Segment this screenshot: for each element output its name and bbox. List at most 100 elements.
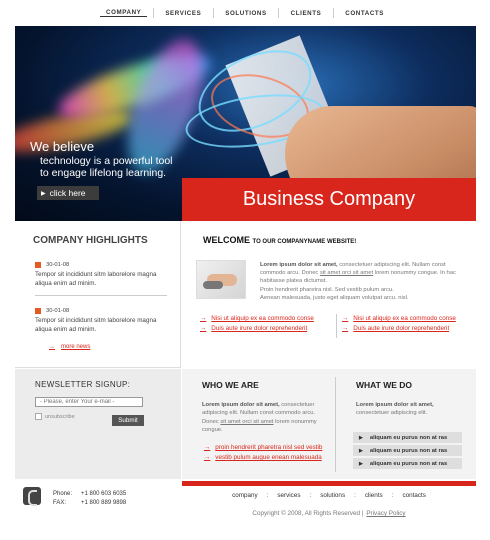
- nav-contacts[interactable]: CONTACTS: [339, 10, 390, 17]
- footer-nav-company[interactable]: company: [223, 492, 267, 499]
- what-body: consectetuer adipiscing elit.: [356, 410, 428, 417]
- phone-icon: [23, 487, 41, 506]
- nav-solutions[interactable]: SOLUTIONS: [219, 10, 273, 17]
- sleeve-shape: [203, 281, 223, 289]
- divider: [336, 314, 337, 338]
- footer: company: services: solutions: clients: c…: [182, 479, 476, 518]
- unsubscribe-option[interactable]: unsubscribe: [35, 413, 75, 420]
- highlight-date: 30-01-08: [46, 308, 70, 314]
- nav-divider: [278, 8, 280, 18]
- what-lead: Lorem ipsum dolor sit amet,: [356, 402, 434, 408]
- tagline-line-3: to engage lifelong learning.: [40, 167, 167, 179]
- what-item-label: aliquam eu purus non at ras: [369, 434, 448, 441]
- contact-info: Phone: +1 800 603 6035 FAX: +1 800 889 989…: [53, 490, 126, 507]
- arrow-right-icon: →: [342, 325, 349, 333]
- arrow-right-icon: →: [204, 444, 211, 451]
- welcome-link-label: Nisi ut aliquip ex ea commodo conse: [353, 315, 456, 322]
- arrow-right-icon: →: [200, 325, 207, 333]
- contact-block: Phone: +1 800 603 6035 FAX: +1 800 889 989…: [15, 479, 181, 518]
- what-item-label: aliquam eu purus non at ras: [369, 447, 448, 454]
- play-arrow-icon: ▶: [359, 447, 363, 454]
- welcome-lead: Lorem ipsum dolor sit amet,: [260, 262, 338, 268]
- unsubscribe-label: unsubscribe: [45, 413, 75, 420]
- arrow-right-icon: →: [342, 315, 349, 322]
- divider: [335, 377, 336, 472]
- more-news-label: more news: [61, 344, 91, 350]
- arrow-right-icon: →: [49, 344, 55, 350]
- welcome-section: WELCOME TO OUR COMPANYNAME WEBSITE! Lore…: [182, 221, 476, 368]
- highlight-date: 30-01-08: [46, 262, 70, 268]
- welcome-link-label: Nisi ut aliquip ex ea commodo conse: [211, 315, 314, 322]
- handshake-image: [196, 260, 246, 299]
- welcome-link-label: Duis aute irure dolor reprehenderit: [211, 325, 308, 333]
- newsletter-signup: NEWSLETTER SIGNUP: unsubscribe Submit: [15, 369, 181, 479]
- bullet-icon: [35, 308, 41, 315]
- highlight-item: 30-01-08 Tempor sit incididunt sitm labo…: [35, 307, 170, 335]
- footer-nav: company: services: solutions: clients: c…: [182, 492, 476, 499]
- who-link[interactable]: → vestib pulum augue enean malesuada: [204, 453, 322, 463]
- who-lead: Lorem ipsum dolor sit amet,: [202, 402, 280, 408]
- nav-services[interactable]: SERVICES: [159, 10, 207, 17]
- footer-nav-solutions[interactable]: solutions: [311, 492, 354, 499]
- who-link[interactable]: → proin hendrerit pharetra nisl sed vesti…: [204, 443, 322, 453]
- about-section: WHO WE ARE Lorem ipsum dolor sit amet, c…: [182, 369, 476, 479]
- welcome-link[interactable]: → Nisi ut aliquip ex ea commodo conse: [200, 314, 314, 324]
- play-arrow-icon: ▶: [41, 190, 46, 197]
- welcome-link[interactable]: → Duis aute irure dolor reprehenderit: [200, 324, 314, 334]
- what-item[interactable]: ▶ aliquam eu purus non at ras: [353, 458, 462, 469]
- welcome-body: Proin hendrerit pharetra nisl. Sed vesti…: [260, 286, 394, 293]
- welcome-link-label: Duis aute irure dolor reprehenderit: [353, 325, 450, 333]
- click-here-button[interactable]: ▶ click here: [37, 186, 99, 200]
- what-we-do-title: WHAT WE DO: [356, 380, 413, 390]
- tagline-line-2: technology is a powerful tool: [40, 154, 173, 167]
- welcome-link[interactable]: → Duis aute irure dolor reprehenderit: [342, 324, 456, 334]
- hero-tagline: We believe technology is a powerful tool…: [30, 139, 173, 179]
- newsletter-title: NEWSLETTER SIGNUP:: [35, 380, 131, 389]
- who-inline-link[interactable]: sit amet orci sit amet: [220, 419, 273, 425]
- footer-accent-bar: [182, 481, 476, 486]
- fax-number: +1 800 889 9898: [81, 499, 127, 506]
- nav-clients[interactable]: CLIENTS: [285, 10, 328, 17]
- welcome-links-right: → Nisi ut aliquip ex ea commodo conse → Du…: [342, 314, 456, 334]
- welcome-body: Aenean malesuada, justo eget aliquam vol…: [260, 294, 409, 301]
- phone-label: Phone:: [53, 491, 73, 497]
- highlight-text: Tempor sit incididunt sitm laborelore ma…: [35, 317, 157, 333]
- top-nav: COMPANY SERVICES SOLUTIONS CLIENTS CONTA…: [100, 0, 390, 26]
- fax-label: FAX:: [53, 499, 67, 506]
- company-banner: Business Company: [182, 178, 476, 221]
- highlight-text: Tempor sit incididunt sitm laborelore ma…: [35, 271, 157, 287]
- click-here-label: click here: [49, 188, 86, 198]
- footer-nav-services[interactable]: services: [268, 492, 309, 499]
- play-arrow-icon: ▶: [359, 460, 363, 467]
- nav-company[interactable]: COMPANY: [100, 9, 148, 17]
- hero-banner: We believe technology is a powerful tool…: [15, 26, 476, 221]
- who-links: → proin hendrerit pharetra nisl sed vesti…: [204, 443, 322, 464]
- nav-divider: [332, 8, 334, 18]
- nav-divider: [212, 8, 214, 18]
- unsubscribe-checkbox[interactable]: [35, 413, 42, 420]
- footer-nav-contacts[interactable]: contacts: [393, 492, 434, 499]
- more-news-link[interactable]: → more news: [49, 344, 90, 350]
- copyright-text: Copyright © 2008, All Rights Reserved |: [252, 510, 364, 517]
- submit-button[interactable]: Submit: [112, 415, 144, 426]
- copyright: Copyright © 2008, All Rights Reserved | P…: [182, 510, 476, 517]
- welcome-inline-link[interactable]: sit amet orci sit amet: [320, 270, 373, 276]
- welcome-links-left: → Nisi ut aliquip ex ea commodo conse → Du…: [200, 314, 314, 334]
- what-item[interactable]: ▶ aliquam eu purus non at ras: [353, 445, 462, 456]
- who-we-are-title: WHO WE ARE: [202, 380, 259, 390]
- welcome-link[interactable]: → Nisi ut aliquip ex ea commodo conse: [342, 314, 456, 324]
- what-text: Lorem ipsum dolor sit amet, consectetuer…: [356, 401, 468, 418]
- footer-nav-clients[interactable]: clients: [356, 492, 392, 499]
- privacy-policy-link[interactable]: Privacy Policy: [366, 510, 405, 517]
- what-item[interactable]: ▶ aliquam eu purus non at ras: [353, 432, 462, 443]
- welcome-text: Lorem ipsum dolor sit amet, consectetuer…: [260, 261, 466, 302]
- highlight-item: 30-01-08 Tempor sit incididunt sitm labo…: [35, 261, 170, 289]
- highlights-title: COMPANY HIGHLIGHTS: [33, 235, 148, 246]
- welcome-title-sub: TO OUR COMPANYNAME WEBSITE!: [252, 239, 357, 245]
- arrow-right-icon: →: [204, 454, 211, 462]
- welcome-title: WELCOME TO OUR COMPANYNAME WEBSITE!: [203, 235, 356, 245]
- divider: [35, 295, 167, 296]
- who-link-label: vestib pulum augue enean malesuada: [215, 454, 322, 462]
- email-field[interactable]: [35, 397, 143, 407]
- play-arrow-icon: ▶: [359, 434, 363, 441]
